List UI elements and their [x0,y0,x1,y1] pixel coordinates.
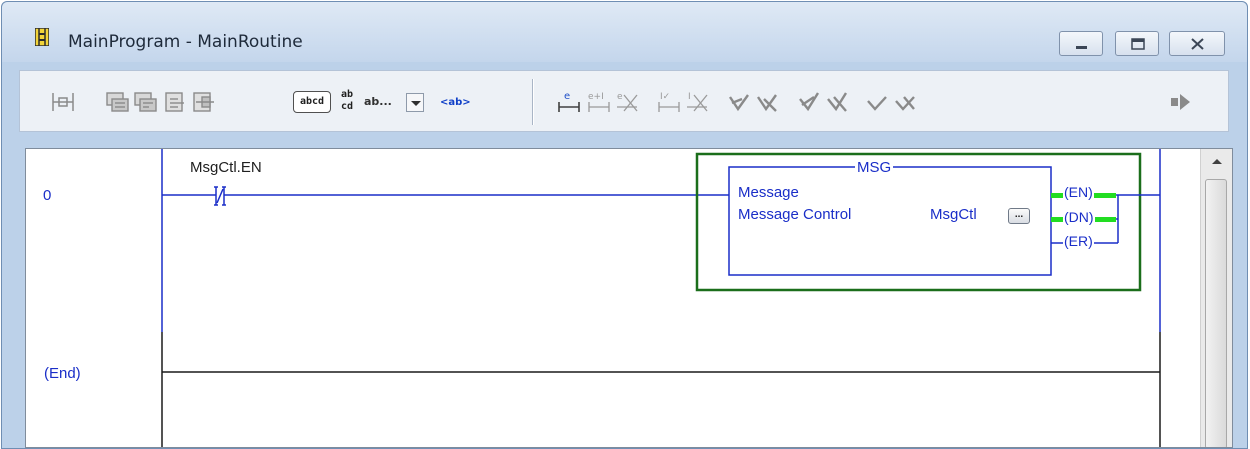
maximize-button[interactable] [1115,31,1159,56]
display-mode-stacked[interactable]: ab cd [339,89,355,113]
routine-window: MainProgram - MainRoutine abcd ab cd ab.… [1,1,1248,449]
toolbar-separator [532,79,534,125]
add-branch-icon[interactable] [104,89,130,115]
finalize-edits-icon[interactable] [864,89,890,115]
chevron-down-icon[interactable] [406,93,424,112]
output-en-text: EN [1068,184,1089,200]
svg-text:e: e [617,92,623,102]
output-dn-label: (DN) [1063,209,1095,225]
svg-text:e: e [564,91,570,102]
go-online-icon[interactable] [1168,89,1194,115]
vertical-scrollbar[interactable] [1200,149,1232,447]
minimize-icon [1076,46,1087,49]
ladder-diagram [161,149,1161,447]
rung-icon[interactable] [50,89,76,115]
output-er-label: (ER) [1063,233,1094,249]
scroll-thumb[interactable] [1205,179,1227,447]
svg-text:I: I [688,92,691,102]
output-dn-text: DN [1068,209,1089,225]
minimize-button[interactable] [1059,31,1103,56]
untest-edits-icon[interactable] [754,89,780,115]
dropdown-value: ab... [364,95,392,108]
stack-top-text: ab [340,89,354,100]
ladder-program-icon [34,27,50,47]
add-branch-level-icon[interactable] [132,89,158,115]
msg-config-button[interactable]: ... [1008,208,1030,224]
cancel-edits-icon[interactable]: e [614,89,640,115]
ladder-toolbar: abcd ab cd ab... <ab> e e+I e I✓ I [19,70,1229,132]
assemble-edits-icon[interactable] [796,89,822,115]
stack-bottom-text: cd [340,101,354,112]
accept-pending-icon[interactable]: I✓ [656,89,682,115]
window-title: MainProgram - MainRoutine [68,32,303,52]
insert-rung-icon[interactable] [162,89,188,115]
scroll-up-icon[interactable] [1201,149,1232,175]
output-er-text: ER [1068,233,1089,249]
display-mode-abcd[interactable]: abcd [293,91,331,113]
msg-instruction-name[interactable]: MSG [855,159,894,176]
end-rung-label[interactable]: (End) [44,365,81,382]
svg-text:I✓: I✓ [660,92,670,102]
close-icon [1191,38,1204,50]
svg-text:e+I: e+I [588,92,604,102]
cancel-accepted-icon[interactable] [824,89,850,115]
tag-display-button[interactable]: <ab> [440,97,471,108]
output-en-label: (EN) [1063,184,1094,200]
discard-edits-icon[interactable] [892,89,918,115]
msg-control-label: Message Control [738,206,852,223]
maximize-icon [1131,38,1145,50]
test-edits-icon[interactable] [726,89,752,115]
rung-number[interactable]: 0 [43,187,51,204]
ladder-editor[interactable]: 0 (End) MsgCtl.EN MSG Message Message Co… [25,148,1233,448]
msg-control-tag[interactable]: MsgCtl [930,206,977,223]
contact-tag-label[interactable]: MsgCtl.EN [190,159,262,176]
close-button[interactable] [1169,31,1225,56]
accept-rung-icon[interactable]: e+I [586,89,612,115]
append-rung-icon[interactable] [190,89,216,115]
cancel-pending-icon[interactable]: I [684,89,710,115]
title-bar[interactable]: MainProgram - MainRoutine [2,2,1247,62]
display-mode-dropdown[interactable]: ab... [364,93,426,113]
start-edits-icon[interactable]: e [556,89,582,115]
msg-row1-label: Message [738,184,799,201]
